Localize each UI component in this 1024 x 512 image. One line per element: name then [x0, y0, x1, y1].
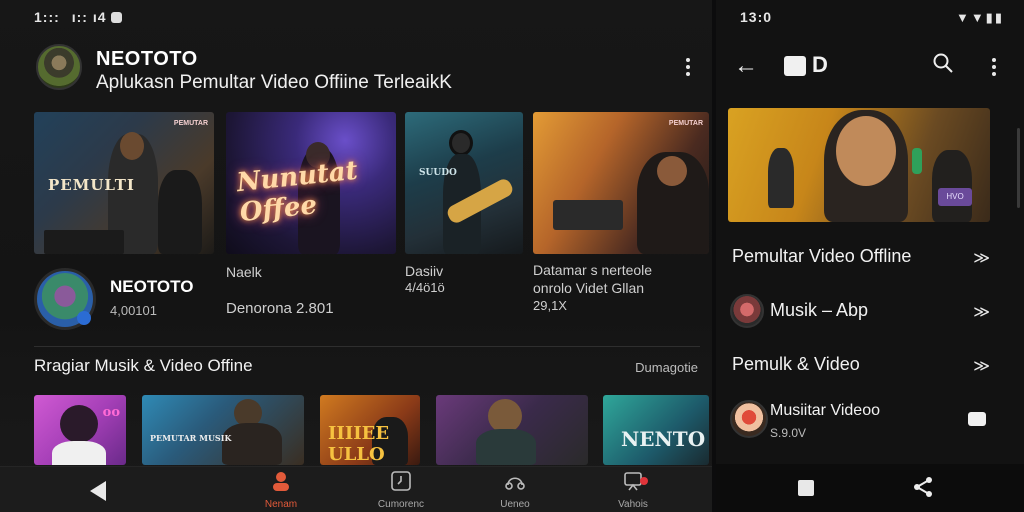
- video-thumbnail-2[interactable]: Nunutat Offee: [226, 112, 396, 254]
- video-2-meta: Denorona 2.801: [226, 300, 334, 317]
- strip-thumbnail-5[interactable]: NENTO: [603, 395, 709, 465]
- list-item[interactable]: Pemulk & Video ≫: [716, 342, 1024, 386]
- section-title: Rragiar Musik & Video Offine: [34, 356, 253, 375]
- video-3-meta: 4/4ö1ö: [405, 280, 445, 295]
- thumbnail-title: Nunutat Offee: [235, 155, 360, 229]
- nav-item-music[interactable]: Ueneo: [480, 471, 550, 510]
- chevron-right-icon: ≫: [973, 358, 990, 375]
- more-options-icon[interactable]: [986, 56, 1002, 78]
- featured-video[interactable]: HVO: [728, 108, 990, 222]
- section-more-link[interactable]: Dumagotie: [635, 360, 698, 375]
- clock-icon: [391, 471, 411, 491]
- system-navigation: [716, 464, 1024, 512]
- main-screen: 1:::⠀ı:: ı4 NEOTOTO Aplukasn Pemultar Vi…: [0, 0, 712, 512]
- nav-item-profile[interactable]: Vahois: [598, 471, 668, 510]
- scrollbar[interactable]: [1017, 128, 1020, 208]
- nav-item-recent[interactable]: Cumorenc: [366, 471, 436, 510]
- meta-count: 4,00101: [110, 303, 157, 318]
- search-icon[interactable]: [932, 52, 954, 74]
- video-thumbnail-1[interactable]: PEMUTAR PEMULTI: [34, 112, 214, 254]
- channel-avatar-small[interactable]: [34, 268, 96, 330]
- avatar: [730, 294, 764, 328]
- detail-screen: 13:0 ▼▼▮▮ ← D HVO Pemultar Video Offline…: [716, 0, 1024, 512]
- strip-thumbnail-4[interactable]: [436, 395, 588, 465]
- arrow-left-icon[interactable]: ←: [734, 52, 758, 80]
- channel-avatar[interactable]: [36, 44, 82, 90]
- video-2-title: Naelk: [226, 264, 262, 280]
- channel-subtitle: Aplukasn Pemultar Video Offiine Terleaik…: [96, 72, 452, 93]
- strip-thumbnail-2[interactable]: PEMUTAR MUSIK: [142, 395, 304, 465]
- list-item[interactable]: Musiitar Videoo S.9.0V: [716, 398, 1024, 442]
- strip-thumbnail-1[interactable]: oo: [34, 395, 126, 465]
- video-4-subtitle: onrolo Videt Gllan: [533, 280, 645, 296]
- status-icons: ▼▼▮▮: [955, 10, 1004, 25]
- video-4-title: Datamar s nerteole: [533, 262, 653, 278]
- nav-item-home[interactable]: Nenam: [246, 471, 316, 510]
- thumbnail-title: PEMULTI: [48, 176, 135, 194]
- chevron-right-icon: ≫: [973, 250, 990, 267]
- list-item[interactable]: Pemultar Video Offline ≫: [716, 234, 1024, 278]
- chat-icon[interactable]: [968, 412, 986, 426]
- app-logo-icon: [784, 56, 806, 76]
- thumbnail-title: SUUDO: [419, 168, 457, 178]
- status-icon: [110, 12, 122, 23]
- strip-thumbnail-3[interactable]: IIIIEE ULLO: [320, 395, 420, 465]
- headphones-icon: [505, 477, 525, 490]
- list-item[interactable]: Musik – Abp ≫: [716, 288, 1024, 332]
- channel-name: NEOTOTO: [96, 48, 198, 70]
- video-3-title: Dasiiv: [405, 263, 444, 279]
- bottom-navigation: Nenam Cumorenc Ueneo Vahois: [0, 466, 712, 512]
- status-bar-time: 1:::⠀ı:: ı4: [34, 9, 122, 26]
- video-4-meta: 29,1X: [533, 298, 567, 313]
- meta-title: NEOTOTO: [110, 277, 194, 296]
- video-thumbnail-3[interactable]: SUUDO: [405, 112, 523, 254]
- more-options-icon[interactable]: [680, 56, 696, 78]
- divider: [34, 346, 700, 347]
- avatar: [730, 400, 768, 438]
- recents-icon[interactable]: [798, 480, 814, 496]
- person-icon: [273, 472, 289, 491]
- back-icon[interactable]: [90, 481, 106, 501]
- hero-badge: HVO: [938, 188, 972, 206]
- status-bar-time: 13:0: [740, 9, 773, 25]
- share-icon[interactable]: [912, 476, 934, 498]
- d-logo-icon: D: [812, 52, 828, 77]
- video-thumbnail-4[interactable]: PEMUTAR: [533, 112, 709, 254]
- chevron-right-icon: ≫: [973, 304, 990, 321]
- verified-icon: [77, 311, 91, 325]
- notification-badge: [640, 477, 648, 485]
